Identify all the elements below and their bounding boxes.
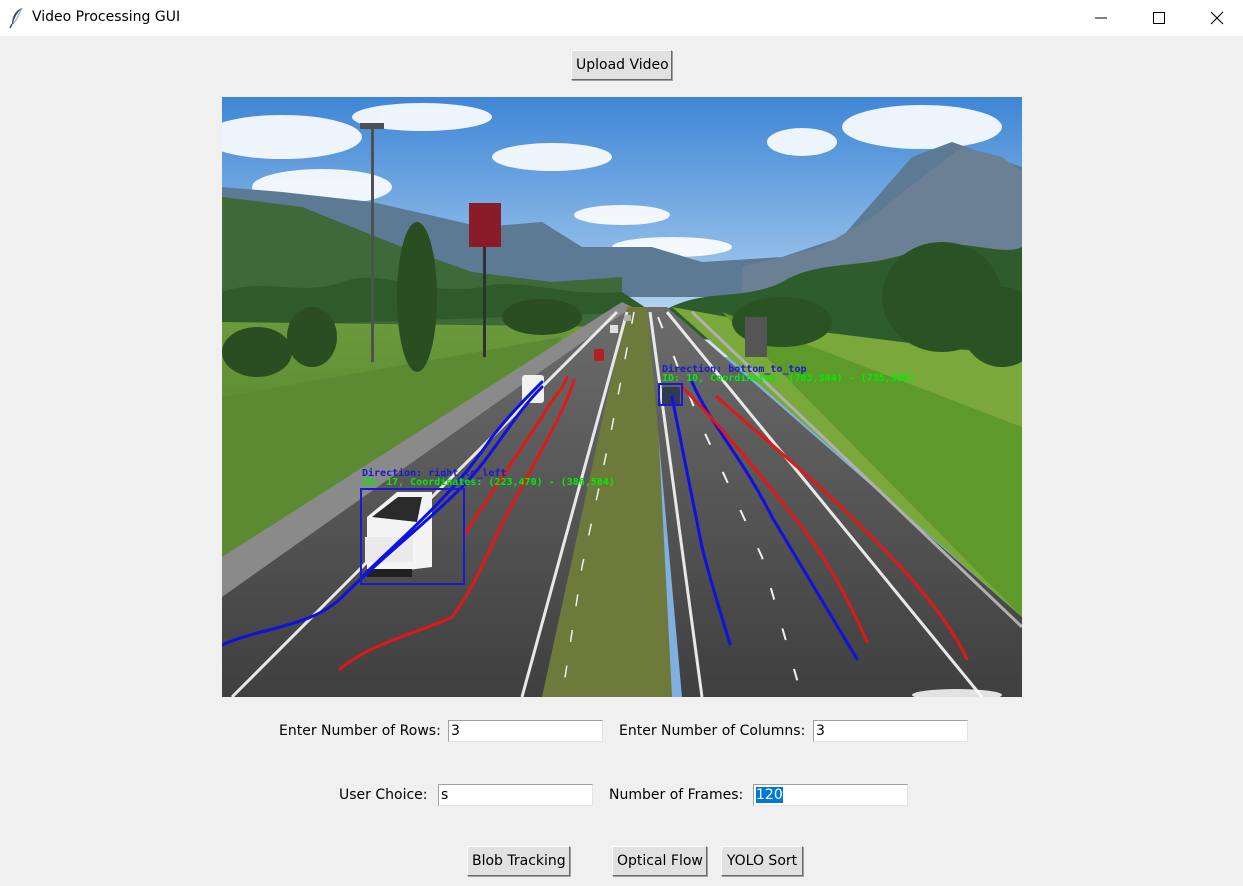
coords-label-left: ID: 17, Coordinates: (223,470) - (386,58… <box>362 476 615 488</box>
upload-video-button[interactable]: Upload Video <box>571 50 672 80</box>
minimize-button[interactable] <box>1072 0 1130 36</box>
feather-icon <box>9 7 23 29</box>
rows-input[interactable]: 3 <box>448 720 603 742</box>
close-button[interactable] <box>1188 0 1243 36</box>
video-scene: Direction: right_to_left ID: 17, Coordin… <box>222 97 1022 697</box>
frames-input[interactable]: 120 <box>753 784 908 806</box>
video-frame: Direction: right_to_left ID: 17, Coordin… <box>222 97 1022 697</box>
columns-input[interactable]: 3 <box>813 720 968 742</box>
user-choice-input[interactable]: s <box>438 784 593 806</box>
minimize-icon <box>1095 17 1107 19</box>
frames-input-selection: 120 <box>756 787 783 803</box>
blob-tracking-button[interactable]: Blob Tracking <box>467 846 570 876</box>
title-bar: Video Processing GUI <box>0 0 1243 36</box>
user-choice-label: User Choice: <box>339 787 428 803</box>
yolo-sort-button[interactable]: YOLO Sort <box>721 846 803 876</box>
columns-label: Enter Number of Columns: <box>619 723 806 739</box>
rows-label: Enter Number of Rows: <box>279 723 441 739</box>
maximize-button[interactable] <box>1130 0 1188 36</box>
close-icon <box>1210 11 1224 25</box>
frames-label: Number of Frames: <box>609 787 744 803</box>
maximize-icon <box>1153 12 1165 24</box>
window-title: Video Processing GUI <box>32 9 181 25</box>
optical-flow-button[interactable]: Optical Flow <box>612 846 707 876</box>
coords-label-right: ID: 10, Coordinates: (703,344) - (735,36… <box>662 372 915 384</box>
